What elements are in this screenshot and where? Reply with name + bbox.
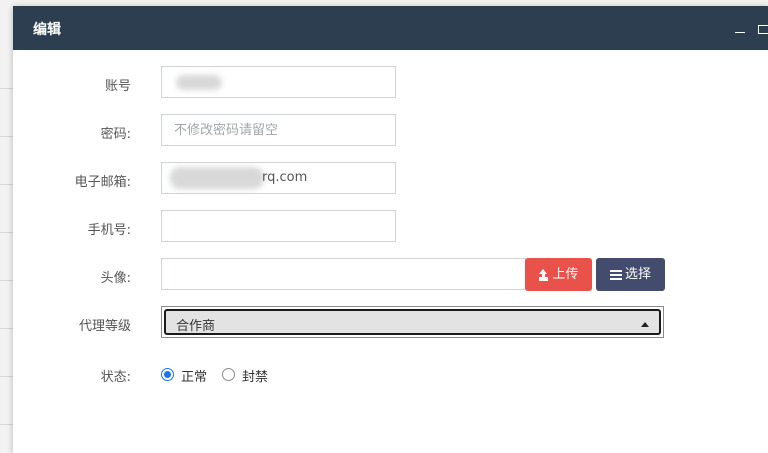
email-label: 电子邮箱: [74,175,131,190]
backdrop-divider [0,184,14,185]
backdrop-divider [0,376,14,377]
dialog-title: 编辑 [33,22,61,38]
edit-dialog: 编辑 账号 密码: 电子邮箱: rq.com 手机号: 头像: 上传 选择 [13,6,768,453]
account-label: 账号 [104,79,131,94]
redacted-value [176,75,222,90]
status-label: 状态: [100,370,131,385]
status-radio-normal[interactable] [161,368,174,381]
agent-level-value: 合作商 [176,319,216,334]
status-radio-banned[interactable] [222,368,235,381]
caret-up-icon [641,322,649,327]
upload-button[interactable]: 上传 [525,258,592,291]
account-input[interactable] [161,66,396,98]
agent-level-select[interactable]: 合作商 [161,306,664,338]
minimize-icon[interactable] [733,20,747,34]
dialog-header: 编辑 [13,6,768,50]
upload-button-label: 上传 [552,267,579,282]
agent-level-select-box[interactable]: 合作商 [164,309,661,335]
status-radio-normal-label[interactable]: 正常 [181,366,207,385]
avatar-input[interactable] [161,258,526,290]
backdrop-divider [0,88,14,89]
list-icon [609,269,622,280]
phone-input[interactable] [161,210,396,242]
agent-level-label: 代理等级 [78,319,131,334]
email-value: rq.com [262,170,308,185]
backdrop-divider [0,280,14,281]
password-label: 密码: [100,127,131,142]
maximize-icon[interactable] [756,20,768,34]
choose-button-label: 选择 [624,267,651,282]
backdrop-divider [0,424,14,425]
avatar-label: 头像: [100,271,131,286]
upload-icon [538,269,549,280]
phone-label: 手机号: [87,223,131,238]
backdrop-divider [0,232,14,233]
backdrop-divider [0,328,14,329]
choose-button[interactable]: 选择 [596,258,665,291]
password-input[interactable] [161,114,396,146]
backdrop-divider [0,136,14,137]
email-input[interactable]: rq.com [161,162,396,194]
status-radio-banned-label[interactable]: 封禁 [242,366,268,385]
redacted-value [170,167,264,189]
